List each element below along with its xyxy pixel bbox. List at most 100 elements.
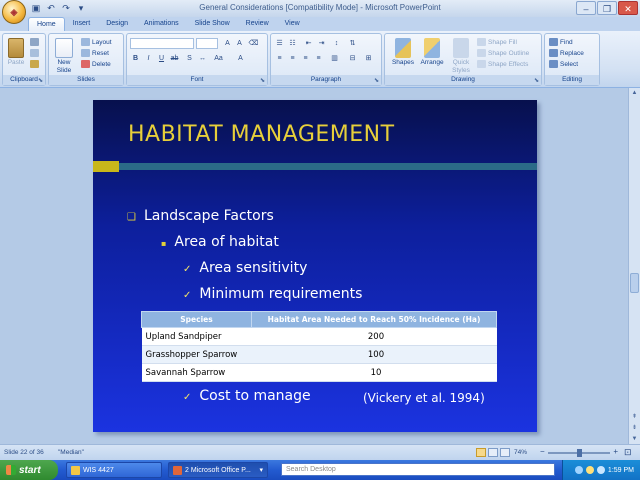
line-spacing-icon[interactable]: ↕ [331,38,342,49]
shape-outline-button[interactable]: Shape Outline [477,49,529,57]
previous-slide-icon[interactable]: ⇞ [629,412,640,422]
shrink-font-icon[interactable]: A [234,38,245,49]
clipboard-launcher-icon[interactable]: ⬊ [38,77,43,84]
italic-icon[interactable]: I [143,53,154,64]
scroll-thumb[interactable] [630,273,639,293]
shape-effects-button[interactable]: Shape Effects [477,60,528,68]
quick-styles-button[interactable]: Quick Styles [447,38,475,75]
table-cell: Grasshopper Sparrow [141,345,252,364]
fit-slide-icon[interactable]: ⊡ [624,447,632,458]
char-spacing-icon[interactable]: ↔ [197,53,208,64]
increase-indent-icon[interactable]: ⇥ [316,38,327,49]
zoom-knob[interactable] [576,449,582,457]
shape-effects-icon [477,60,486,68]
bullet-level2[interactable]: ▪ Area of habitat [161,234,279,250]
decrease-indent-icon[interactable]: ⇤ [303,38,314,49]
table-cell: 100 [251,345,497,364]
arrange-button[interactable]: Arrange [417,38,447,67]
shape-fill-button[interactable]: Shape Fill [477,38,517,46]
tray-icon[interactable] [574,466,583,474]
smartart-icon[interactable]: ⊞ [363,53,374,64]
select-button[interactable]: Select [549,60,578,68]
tab-insert[interactable]: Insert [65,17,99,31]
tab-view[interactable]: View [277,17,308,31]
view-buttons [476,448,510,457]
powerpoint-icon [173,465,182,475]
shapes-button[interactable]: Shapes [389,38,417,67]
clear-formatting-icon[interactable]: ⌫ [248,38,259,49]
table-row: Upland Sandpiper 200 [141,327,497,346]
normal-view-icon[interactable] [476,448,486,457]
paragraph-launcher-icon[interactable]: ⬊ [374,77,379,84]
justify-icon[interactable]: ≡ [313,53,324,64]
copy-button[interactable] [30,49,39,57]
bullets-icon[interactable]: ☰ [274,38,285,49]
tab-home[interactable]: Home [28,17,65,31]
tab-animations[interactable]: Animations [136,17,187,31]
scroll-down-icon[interactable]: ▼ [629,434,640,444]
numbering-icon[interactable]: ☷ [287,38,298,49]
font-color-icon[interactable]: A [235,53,246,64]
change-case-icon[interactable]: Aa [213,53,224,64]
zoom-level[interactable]: 74% [514,449,527,456]
new-slide-button[interactable]: New Slide [51,38,77,75]
strikethrough-icon[interactable]: ab [169,53,180,64]
table-header: Species [141,311,252,328]
shadow-icon[interactable]: S [184,53,195,64]
bold-icon[interactable]: B [130,53,141,64]
office-button[interactable]: ◈ [2,0,26,24]
font-launcher-icon[interactable]: ⬊ [260,77,265,84]
layout-button[interactable]: Layout [81,38,112,46]
font-name-combo[interactable] [130,38,194,49]
tab-design[interactable]: Design [98,17,136,31]
align-center-icon[interactable]: ≡ [287,53,298,64]
font-size-combo[interactable] [196,38,218,49]
taskbar-item-powerpoint[interactable]: 2 Microsoft Office P... ▾ [168,462,268,478]
drawing-launcher-icon[interactable]: ⬊ [534,77,539,84]
vertical-scrollbar[interactable]: ▲ ⇞ ⇟ ▼ [628,88,640,444]
tray-icon[interactable] [585,466,594,474]
habitat-table[interactable]: Species Habitat Area Needed to Reach 50%… [141,311,497,382]
tab-slide-show[interactable]: Slide Show [187,17,238,31]
maximize-button[interactable]: ❐ [597,1,617,15]
bullet-level3[interactable]: ✓ Area sensitivity [183,260,307,276]
scroll-up-icon[interactable]: ▲ [629,88,640,98]
desktop-search-input[interactable]: Search Desktop [281,463,555,476]
grow-font-icon[interactable]: A [222,38,233,49]
slide-show-view-icon[interactable] [500,448,510,457]
slide-title[interactable]: HABITAT MANAGEMENT [128,122,395,147]
underline-icon[interactable]: U [156,53,167,64]
reset-button[interactable]: Reset [81,49,109,57]
find-button[interactable]: Find [549,38,573,46]
minimize-button[interactable]: – [576,1,596,15]
tab-review[interactable]: Review [238,17,277,31]
start-button[interactable]: start [0,460,58,480]
replace-icon [549,49,558,57]
zoom-in-icon[interactable]: + [613,447,618,456]
replace-button[interactable]: Replace [549,49,584,57]
zoom-slider[interactable]: − + [540,447,618,457]
zoom-out-icon[interactable]: − [540,447,545,456]
align-text-icon[interactable]: ⊟ [347,53,358,64]
volume-icon[interactable] [596,466,605,474]
clock[interactable]: 1:59 PM [608,467,634,474]
taskbar-item-folder[interactable]: WIS 4427 [66,462,162,478]
slide-sorter-view-icon[interactable] [488,448,498,457]
format-painter-button[interactable] [30,60,39,68]
delete-slide-button[interactable]: Delete [81,60,111,68]
bullet-level3[interactable]: ✓ Cost to manage [183,388,311,404]
bullet-level1[interactable]: ❑ Landscape Factors [127,208,274,224]
next-slide-icon[interactable]: ⇟ [629,423,640,433]
paste-button[interactable]: Paste [6,38,26,67]
bullet-level3[interactable]: ✓ Minimum requirements [183,286,362,302]
slide-canvas[interactable]: HABITAT MANAGEMENT ❑ Landscape Factors ▪ A… [93,100,537,432]
editing-label: Editing [545,75,599,85]
cut-button[interactable] [30,38,39,46]
text-direction-icon[interactable]: ⇅ [347,38,358,49]
citation[interactable]: (Vickery et al. 1994) [363,391,485,405]
quick-styles-icon [453,38,469,58]
close-button[interactable]: ✕ [618,1,638,15]
align-right-icon[interactable]: ≡ [300,53,311,64]
align-left-icon[interactable]: ≡ [274,53,285,64]
columns-icon[interactable]: ▥ [329,53,340,64]
